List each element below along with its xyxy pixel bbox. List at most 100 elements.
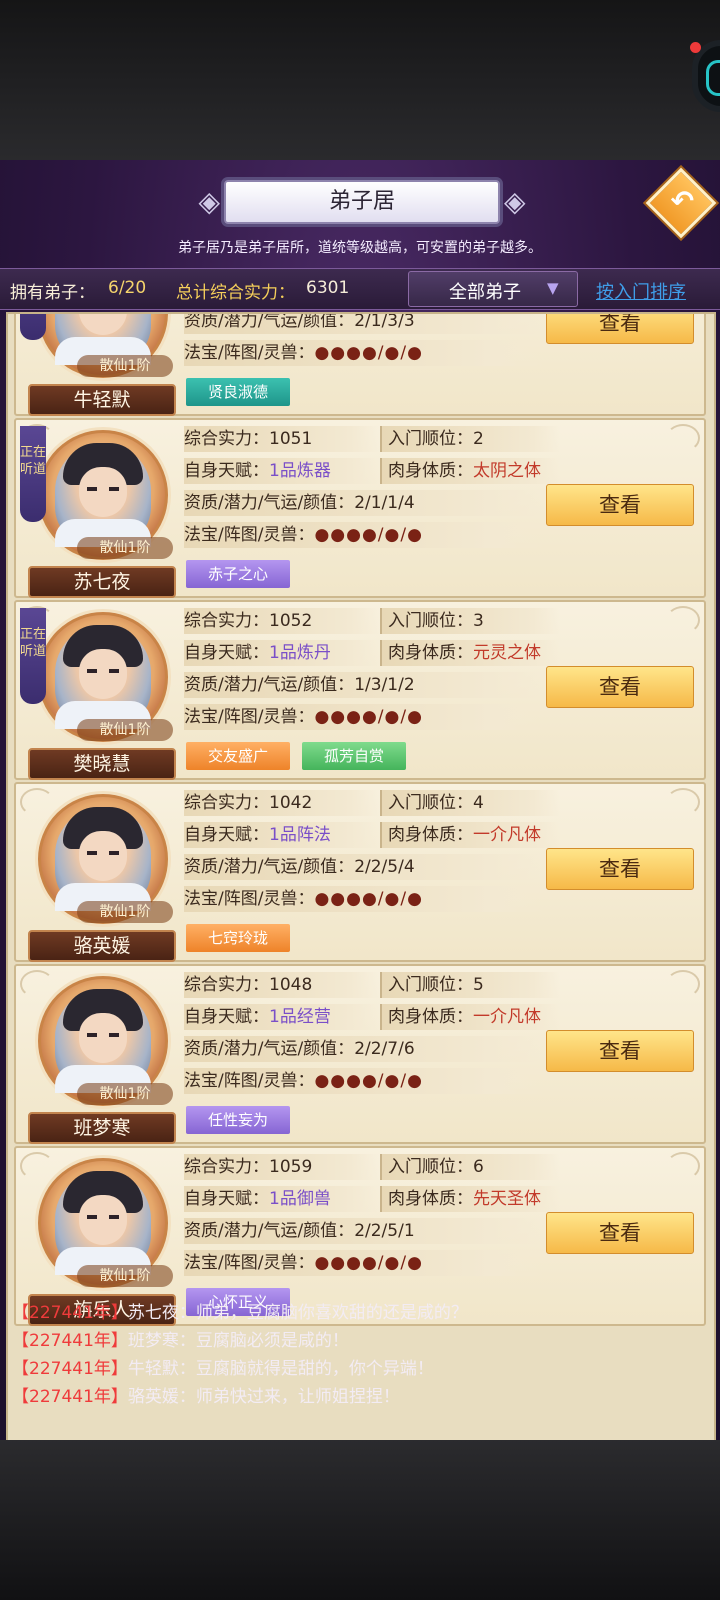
sort-by-entry-link[interactable]: 按入门排序 [596, 278, 686, 304]
entry-order-row: 入门顺位：6 [380, 1154, 560, 1180]
disciple-avatar[interactable]: 散仙1阶 [38, 612, 173, 742]
disciple-card[interactable]: 散仙1阶 班梦寒 综合实力：1048 入门顺位：5 自身天赋：1品经营 肉身体质：一介凡体… [14, 964, 706, 1144]
talent-row: 自身天赋：1品炼丹 [184, 640, 380, 666]
corner-ornament-icon [666, 970, 700, 998]
constitution-row: 肉身体质：一介凡体 [380, 1004, 560, 1030]
chat-message: 【227441年】班梦寒：豆腐脑必须是咸的！ [12, 1326, 349, 1351]
talent-value: 1品经营 [269, 1007, 331, 1027]
trait-tag[interactable]: 贤良淑德 [186, 378, 290, 406]
total-power-label: 总计综合实力： [176, 283, 295, 303]
disciple-avatar[interactable]: 散仙1阶 [38, 314, 173, 378]
entry-order-value: 2 [473, 429, 484, 449]
disciple-card[interactable]: 散仙1阶 骆英媛 综合实力：1042 入门顺位：4 自身天赋：1品阵法 肉身体质：一介凡体… [14, 782, 706, 962]
attributes-row: 资质/潜力/气运/颜值：2/2/5/1 [184, 1218, 544, 1244]
view-button[interactable]: 查看 [546, 848, 694, 890]
attributes-row: 资质/潜力/气运/颜值：2/2/5/4 [184, 854, 544, 880]
trait-tag[interactable]: 七窍玲珑 [186, 924, 290, 952]
stats-bar: 拥有弟子： 6/20 总计综合实力： 6301 全部弟子 ▼ 按入门排序 [0, 268, 720, 310]
corner-ornament-icon [20, 970, 54, 998]
corner-ornament-icon [20, 1152, 54, 1180]
power-row: 综合实力：1042 [184, 790, 380, 816]
corner-ornament-icon [666, 606, 700, 634]
entry-order-row: 入门顺位：2 [380, 426, 560, 452]
trait-tag[interactable]: 任性妄为 [186, 1106, 290, 1134]
disciple-name: 苏七夜 [28, 566, 176, 598]
ring-icon [706, 60, 720, 96]
gear-row: 法宝/阵图/灵兽：●●●●/●/● [184, 886, 544, 912]
attributes-row: 资质/潜力/气运/颜值：2/1/1/4 [184, 490, 544, 516]
entry-order-value: 5 [473, 975, 484, 995]
power-value: 1051 [269, 429, 313, 449]
disciple-card[interactable]: 散仙1阶 正在听道 苏七夜 综合实力：1051 入门顺位：2 自身天赋：1品炼器 肉身体质：… [14, 418, 706, 598]
constitution-value: 一介凡体 [473, 1007, 541, 1027]
listening-badge: 正在听道 [20, 426, 46, 522]
power-row: 综合实力：1059 [184, 1154, 380, 1180]
dropdown-caret-icon: ▼ [547, 279, 559, 297]
entry-order-value: 6 [473, 1157, 484, 1177]
listening-label: 正在听道 [20, 445, 47, 477]
trait-tag[interactable]: 孤芳自赏 [302, 742, 406, 770]
listening-badge: 正在听道 [20, 314, 46, 340]
chat-speaker: 牛轻默： [127, 1359, 196, 1379]
attributes-value: 2/2/5/4 [354, 857, 415, 877]
cloud-ornament-right-icon: ◈ [504, 185, 526, 218]
corner-ornament-icon [666, 788, 700, 816]
chat-year: 【227441年】 [12, 1359, 128, 1379]
rank-label: 散仙1阶 [77, 537, 173, 559]
talent-value: 1品炼丹 [269, 643, 331, 663]
gear-slots-icon: ●●●●/●/● [314, 1071, 423, 1091]
view-button[interactable]: 查看 [546, 666, 694, 708]
disciple-avatar[interactable]: 散仙1阶 [38, 976, 173, 1106]
view-button[interactable]: 查看 [546, 1030, 694, 1072]
disciple-name: 骆英媛 [28, 930, 176, 962]
disciple-avatar[interactable]: 散仙1阶 [38, 1158, 173, 1288]
portrait-icon [55, 807, 151, 911]
talent-row: 自身天赋：1品阵法 [184, 822, 380, 848]
constitution-value: 太阴之体 [473, 461, 541, 481]
total-power-value: 6301 [306, 278, 350, 298]
listening-label: 正在听道 [20, 627, 47, 659]
talent-value: 1品炼器 [269, 461, 331, 481]
attributes-row: 资质/潜力/气运/颜值：2/1/3/3 [184, 312, 544, 334]
entry-order-value: 4 [473, 793, 484, 813]
disciple-card[interactable]: 散仙1阶 正在听道樊晓慧 综合实力：1052 入门顺位：3 自身天赋：1品炼丹 肉身体质：… [14, 600, 706, 780]
chat-text: 师弟，豆腐脑你喜欢甜的还是咸的？ [195, 1303, 468, 1323]
chat-message: 【227441年】苏七夜：师弟，豆腐脑你喜欢甜的还是咸的？ [12, 1298, 468, 1323]
chat-speaker: 苏七夜： [127, 1303, 196, 1323]
disciple-name: 樊晓慧 [28, 748, 176, 780]
disciple-avatar[interactable]: 散仙1阶 [38, 430, 173, 560]
gear-slots-icon: ●●●●/●/● [314, 707, 423, 727]
chat-text: 师弟快过来，让师姐捏捏！ [195, 1387, 400, 1407]
title-plate: ◈ 弟子居 ◈ [198, 180, 526, 224]
constitution-row: 肉身体质：一介凡体 [380, 822, 560, 848]
disciple-card[interactable]: 散仙1阶 正在听道牛轻默 资质/潜力/气运/颜值：2/1/3/3 法宝/阵图/灵兽：●… [14, 312, 706, 416]
attributes-value: 2/1/1/4 [354, 493, 415, 513]
gear-slots-icon: ●●●●/●/● [314, 525, 423, 545]
constitution-row: 肉身体质：太阴之体 [380, 458, 560, 484]
attributes-value: 2/1/3/3 [354, 312, 415, 331]
gear-slots-icon: ●●●●/●/● [314, 889, 423, 909]
talent-value: 1品御兽 [269, 1189, 331, 1209]
view-button[interactable]: 查看 [546, 484, 694, 526]
portrait-icon [55, 625, 151, 729]
back-button[interactable]: ↶ [645, 167, 717, 239]
power-row: 综合实力：1052 [184, 608, 380, 634]
gear-row: 法宝/阵图/灵兽：●●●●/●/● [184, 1250, 544, 1276]
view-button[interactable]: 查看 [546, 1212, 694, 1254]
disciple-avatar[interactable]: 散仙1阶 [38, 794, 173, 924]
portrait-icon [55, 989, 151, 1093]
entry-order-row: 入门顺位：3 [380, 608, 560, 634]
trait-tag[interactable]: 赤子之心 [186, 560, 290, 588]
disciple-list[interactable]: 散仙1阶正在听道牛轻默资质/潜力/气运/颜值：2/1/3/3法宝/阵图/灵兽：●… [6, 312, 716, 1440]
disciple-filter-dropdown[interactable]: 全部弟子 ▼ [408, 271, 578, 307]
talent-row: 自身天赋：1品炼器 [184, 458, 380, 484]
view-button[interactable]: 查看 [546, 314, 694, 344]
talent-value: 1品阵法 [269, 825, 331, 845]
chat-year: 【227441年】 [12, 1303, 128, 1323]
corner-ornament-icon [666, 1152, 700, 1180]
rank-label: 散仙1阶 [77, 1083, 173, 1105]
trait-tag[interactable]: 交友盛广 [186, 742, 290, 770]
disciple-name: 牛轻默 [28, 384, 176, 416]
constitution-row: 肉身体质：元灵之体 [380, 640, 560, 666]
disciple-count-value: 6/20 [108, 278, 147, 298]
